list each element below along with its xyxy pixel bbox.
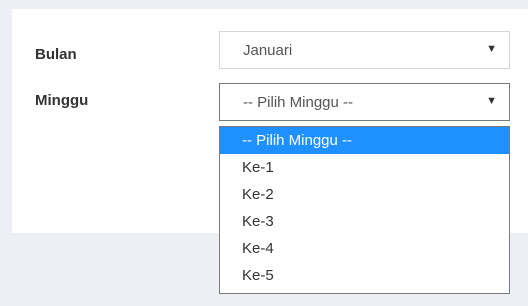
minggu-select-value: -- Pilih Minggu -- xyxy=(243,94,354,111)
minggu-option[interactable]: Ke-5 xyxy=(220,262,509,289)
caret-down-icon: ▼ xyxy=(486,95,497,107)
bulan-label: Bulan xyxy=(35,46,77,63)
minggu-option[interactable]: -- Pilih Minggu -- xyxy=(220,127,509,154)
bulan-select[interactable]: Januari ▼ xyxy=(219,31,510,69)
minggu-select[interactable]: -- Pilih Minggu -- ▼ xyxy=(219,83,510,121)
bulan-select-value: Januari xyxy=(243,42,293,59)
caret-down-icon: ▼ xyxy=(486,43,497,55)
minggu-option[interactable]: Ke-2 xyxy=(220,181,509,208)
minggu-option[interactable]: Ke-4 xyxy=(220,235,509,262)
minggu-option[interactable]: Ke-1 xyxy=(220,154,509,181)
minggu-dropdown-list: -- Pilih Minggu -- Ke-1 Ke-2 Ke-3 Ke-4 K… xyxy=(219,126,510,294)
minggu-label: Minggu xyxy=(35,92,89,109)
minggu-option[interactable]: Ke-3 xyxy=(220,208,509,235)
